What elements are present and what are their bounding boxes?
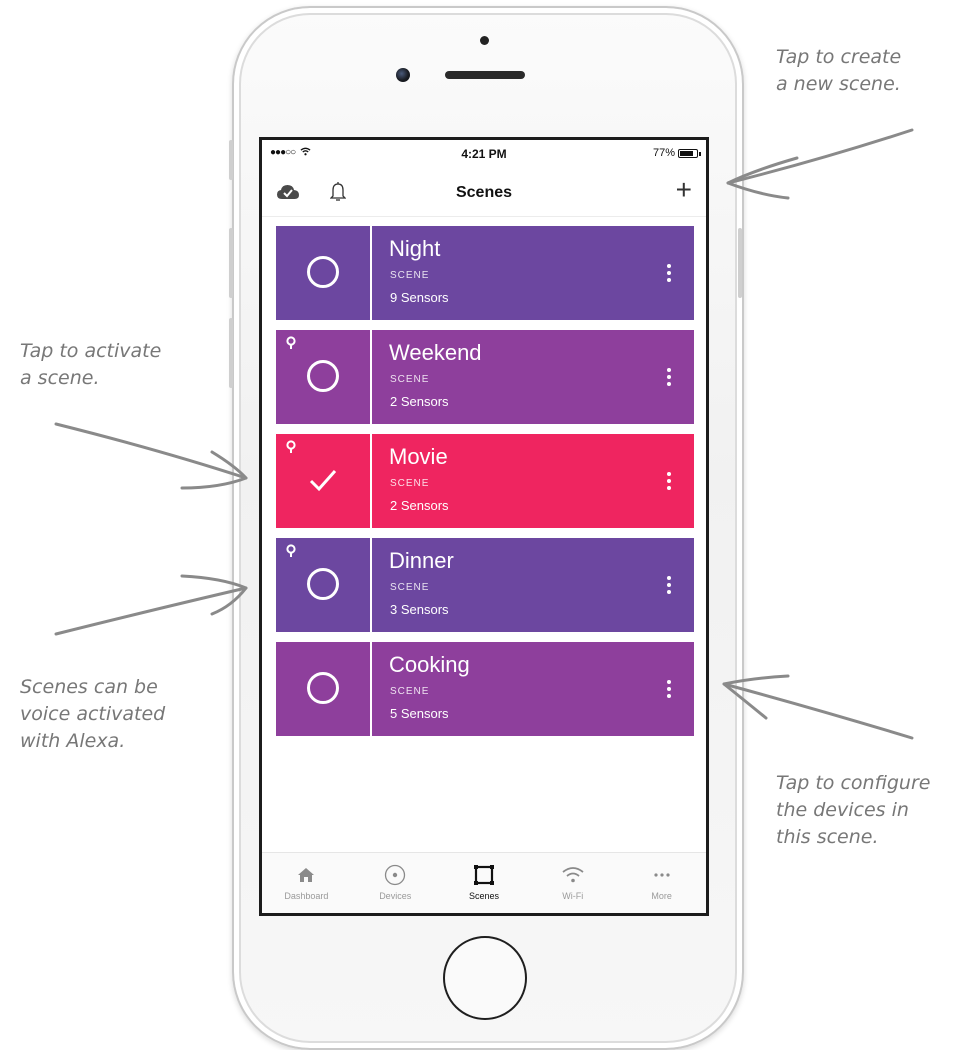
inactive-circle-icon	[307, 256, 339, 288]
earpiece-speaker	[445, 71, 525, 79]
scene-divider	[370, 330, 372, 424]
scene-card: Movie SCENE 2 Sensors	[276, 434, 694, 528]
annotation-configure-scene: Tap to configure the devices in this sce…	[776, 772, 931, 848]
scene-name: Dinner	[389, 548, 454, 573]
scene-activate-toggle[interactable]	[276, 434, 370, 528]
tab-devices[interactable]: Devices	[351, 853, 440, 913]
home-button[interactable]	[443, 936, 527, 1020]
tab-label: Dashboard	[284, 891, 329, 901]
arrow-create	[726, 128, 914, 185]
front-camera	[396, 68, 410, 82]
home-icon	[298, 868, 315, 882]
scene-options-icon[interactable]	[666, 368, 672, 388]
page-title: Scenes	[455, 184, 513, 201]
wifi-icon	[562, 867, 584, 883]
scene-sensor-count: 3 Sensors	[390, 602, 449, 617]
scene-type: SCENE	[390, 478, 430, 489]
arrow-voice	[54, 586, 248, 636]
scene-divider	[370, 226, 372, 320]
scene-type: SCENE	[390, 686, 430, 697]
scene-list: Night SCENE 9 Sensors Weekend SCENE 2 Se…	[276, 226, 694, 746]
tab-dashboard[interactable]: Dashboard	[262, 853, 351, 913]
scene-sensor-count: 5 Sensors	[390, 706, 449, 721]
annotation-activate-scene: Tap to activate a scene.	[20, 340, 162, 389]
app-screen: ●●●○○ 4:21 PM 77% Scenes + Night SCENE 9…	[259, 137, 709, 916]
devices-icon	[385, 864, 406, 886]
scene-options-icon[interactable]	[666, 264, 672, 284]
add-scene-button[interactable]: +	[676, 176, 692, 204]
scene-name: Weekend	[389, 340, 482, 365]
scene-type: SCENE	[390, 270, 430, 281]
scene-options-icon[interactable]	[666, 472, 672, 492]
scene-options-icon[interactable]	[666, 576, 672, 596]
tab-bar: Dashboard Devices Scenes Wi-Fi More	[262, 852, 706, 913]
tab-more[interactable]: More	[617, 853, 706, 913]
scene-sensor-count: 2 Sensors	[390, 394, 449, 409]
phone-volume-up-button	[229, 228, 233, 298]
phone-side-button	[229, 140, 233, 180]
scene-card: Cooking SCENE 5 Sensors	[276, 642, 694, 736]
scene-options-icon[interactable]	[666, 680, 672, 700]
status-bar: ●●●○○ 4:21 PM 77%	[262, 140, 706, 166]
battery-icon	[678, 148, 701, 158]
scene-sensor-count: 2 Sensors	[390, 498, 449, 513]
scene-divider	[370, 538, 372, 632]
more-icon	[653, 873, 670, 877]
inactive-circle-icon	[307, 568, 339, 600]
scene-type: SCENE	[390, 582, 430, 593]
tab-label: Scenes	[468, 891, 499, 901]
annotation-create-scene: Tap to create a new scene.	[776, 46, 902, 95]
scene-card: Weekend SCENE 2 Sensors	[276, 330, 694, 424]
scene-divider	[370, 434, 372, 528]
battery-status: 77%	[652, 147, 701, 159]
battery-percent: 77%	[652, 147, 675, 159]
navigation-bar: Scenes +	[262, 170, 706, 217]
phone-power-button	[738, 228, 742, 298]
tab-label: More	[651, 891, 672, 901]
scene-activate-toggle[interactable]	[276, 642, 370, 736]
location-pin-icon	[286, 440, 296, 453]
scene-sensor-count: 9 Sensors	[390, 290, 449, 305]
tab-label: Devices	[379, 891, 412, 901]
phone-volume-down-button	[229, 318, 233, 388]
tab-label: Wi-Fi	[562, 891, 584, 901]
tab-scenes[interactable]: Scenes	[440, 853, 529, 913]
annotation-voice-alexa: Scenes can be voice activated with Alexa…	[20, 676, 166, 752]
inactive-circle-icon	[307, 360, 339, 392]
location-pin-icon	[286, 336, 296, 349]
scene-type: SCENE	[390, 374, 430, 385]
scene-name: Cooking	[389, 652, 470, 677]
scene-name: Movie	[389, 444, 448, 469]
scene-divider	[370, 642, 372, 736]
scene-name: Night	[389, 236, 441, 261]
proximity-sensor	[480, 36, 489, 45]
scene-card: Dinner SCENE 3 Sensors	[276, 538, 694, 632]
checkmark-icon	[309, 470, 337, 492]
scenes-icon	[473, 865, 494, 885]
arrow-configure	[722, 682, 914, 740]
location-pin-icon	[286, 544, 296, 557]
scene-activate-toggle[interactable]	[276, 538, 370, 632]
tab-wifi[interactable]: Wi-Fi	[528, 853, 617, 913]
scene-activate-toggle[interactable]	[276, 226, 370, 320]
scene-card: Night SCENE 9 Sensors	[276, 226, 694, 320]
scene-activate-toggle[interactable]	[276, 330, 370, 424]
status-time: 4:21 PM	[461, 147, 507, 161]
arrow-activate	[54, 422, 248, 480]
inactive-circle-icon	[307, 672, 339, 704]
